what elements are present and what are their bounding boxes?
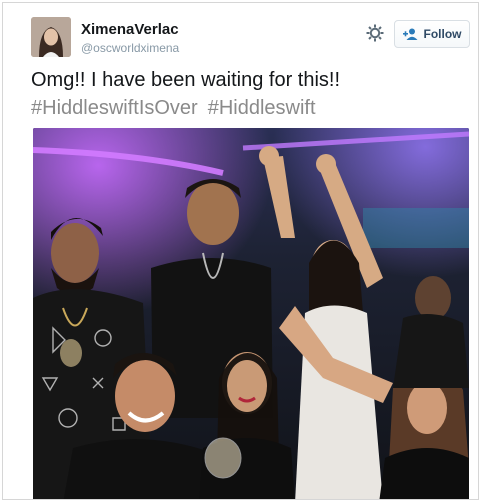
tweet-text: Omg!! I have been waiting for this!!	[31, 69, 341, 91]
tweet-card: XimenaVerlac @oscworldximena Follow Omg!…	[2, 2, 479, 500]
tweet-photo[interactable]	[33, 128, 469, 499]
user-handle[interactable]: @oscworldximena	[81, 41, 179, 55]
avatar[interactable]	[31, 17, 71, 57]
hashtag-list: #HiddleswiftIsOver #Hiddleswift	[31, 95, 471, 121]
hashtag-link[interactable]: #HiddleswiftIsOver	[31, 97, 198, 119]
hashtag-link[interactable]: #Hiddleswift	[208, 97, 316, 119]
follow-button[interactable]: Follow	[394, 20, 470, 48]
follow-button-label: Follow	[423, 27, 462, 41]
add-user-icon	[402, 28, 417, 40]
gear-icon[interactable]	[365, 23, 385, 43]
display-name[interactable]: XimenaVerlac	[81, 21, 179, 38]
